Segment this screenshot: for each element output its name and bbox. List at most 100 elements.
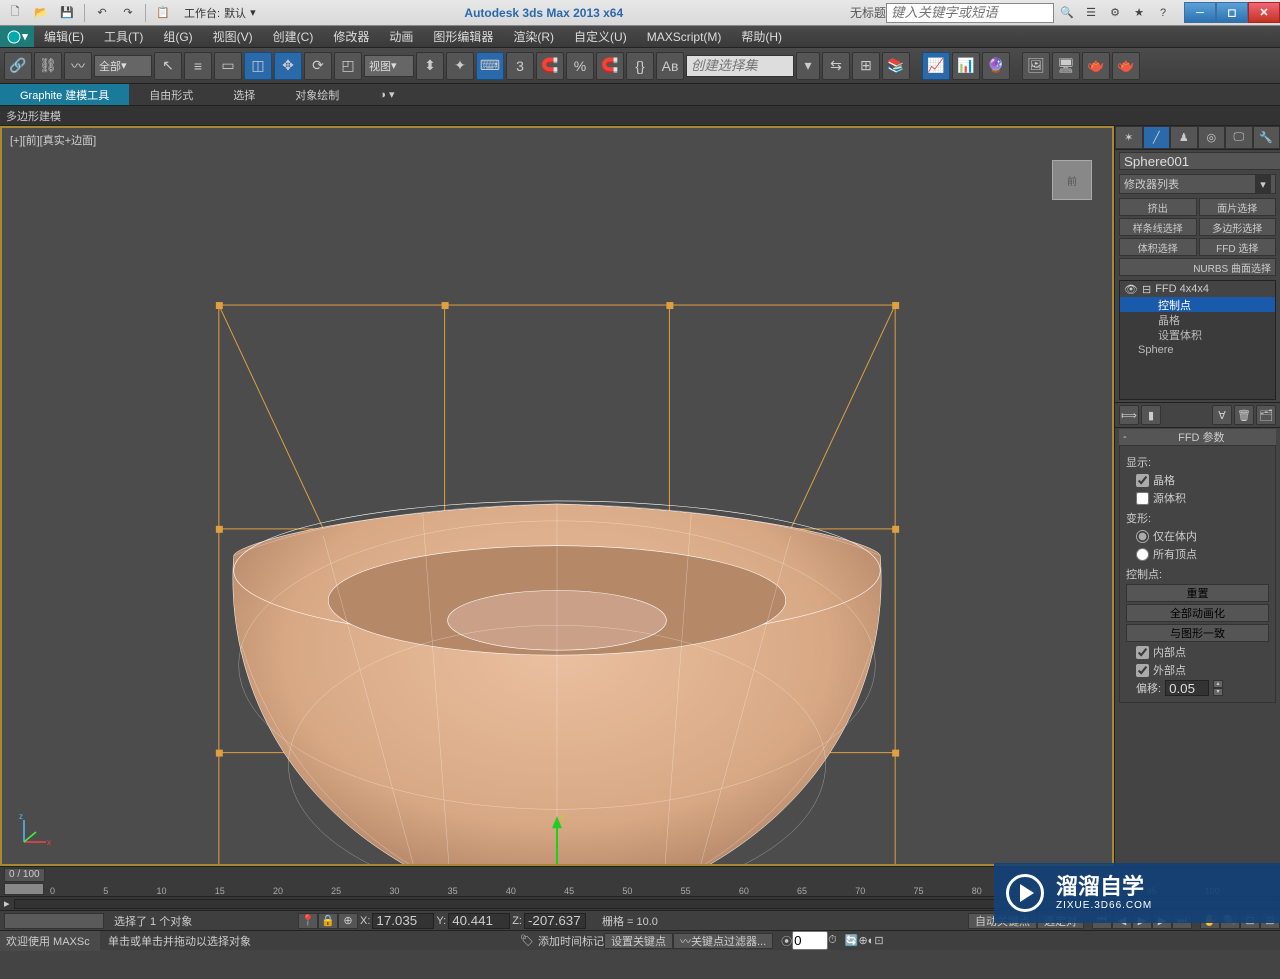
object-name-input[interactable]	[1119, 152, 1280, 170]
help-icon[interactable]: ?	[1152, 3, 1174, 23]
spinner-down-icon[interactable]: ▾	[1213, 688, 1223, 696]
window-crossing-icon[interactable]: ◫	[244, 52, 272, 80]
select-rotate-icon[interactable]: ⟳	[304, 52, 332, 80]
time-slider-handle[interactable]	[4, 883, 44, 895]
render-production-icon[interactable]: 🫖	[1082, 52, 1110, 80]
menu-tools[interactable]: 工具(T)	[94, 26, 153, 47]
modifier-list-dropdown[interactable]: 修改器列表 ▾	[1119, 174, 1276, 194]
ribbon-tab-graphite[interactable]: Graphite 建模工具	[0, 84, 129, 105]
ribbon-sub-label[interactable]: 多边形建模	[6, 108, 61, 124]
app-menu-icon[interactable]: ▾	[0, 26, 34, 47]
subscription-icon[interactable]: ⚙	[1104, 3, 1126, 23]
ribbon-tab-selection[interactable]: 选择	[213, 84, 275, 105]
percent-snap-icon[interactable]: %	[566, 52, 594, 80]
snap-toggle-icon[interactable]: 3	[506, 52, 534, 80]
rad-only-in-volume[interactable]: 仅在体内	[1136, 528, 1269, 544]
search-icon[interactable]: 🔍	[1056, 3, 1078, 23]
pivot-center-icon[interactable]: ⬍	[416, 52, 444, 80]
mirror-icon[interactable]: ⇆	[822, 52, 850, 80]
menu-rendering[interactable]: 渲染(R)	[503, 26, 564, 47]
spinner-snap-icon[interactable]: 🧲	[596, 52, 624, 80]
render-setup-icon[interactable]: 🖼	[1022, 52, 1050, 80]
stack-modifier-label[interactable]: FFD 4x4x4	[1155, 283, 1209, 295]
z-input[interactable]	[524, 913, 586, 929]
selbtn-nurbs[interactable]: NURBS 曲面选择	[1119, 258, 1276, 276]
project-icon[interactable]: 📋	[152, 3, 174, 23]
unlink-icon[interactable]: ⛓	[34, 52, 62, 80]
trackbar-toggle-icon[interactable]: ▸	[4, 897, 10, 910]
btn-animate-all[interactable]: 全部动画化	[1126, 604, 1269, 622]
viewport-nav-8-icon[interactable]: ⊡	[874, 934, 883, 947]
tab-motion-icon[interactable]: ◎	[1198, 126, 1226, 149]
pin-stack-icon[interactable]: ⟾	[1119, 405, 1139, 425]
offset-input[interactable]	[1165, 680, 1209, 696]
align-icon[interactable]: ⊞	[852, 52, 880, 80]
comm-center-icon[interactable]: ☰	[1080, 3, 1102, 23]
select-scale-icon[interactable]: ◰	[334, 52, 362, 80]
angle-snap-icon[interactable]: 🧲	[536, 52, 564, 80]
btn-conform[interactable]: 与图形一致	[1126, 624, 1269, 642]
stack-sub-set-volume[interactable]: 设置体积	[1120, 327, 1275, 342]
key-mode-icon[interactable]: ⦿	[781, 933, 792, 949]
viewport[interactable]: [+][前][真实+边面] 前	[0, 126, 1114, 866]
menu-animation[interactable]: 动画	[379, 26, 423, 47]
frame-input[interactable]	[792, 931, 828, 950]
close-button[interactable]: ✕	[1248, 2, 1280, 23]
selbtn-extrude[interactable]: 挤出	[1119, 198, 1197, 216]
menu-modifiers[interactable]: 修改器	[323, 26, 379, 47]
chk-inside-points[interactable]: 内部点	[1136, 644, 1269, 660]
tab-utilities-icon[interactable]: 🔧	[1253, 126, 1280, 149]
selection-filter-dropdown[interactable]: 全部 ▾	[94, 55, 152, 77]
schematic-view-icon[interactable]: 📊	[952, 52, 980, 80]
rad-all-verts[interactable]: 所有顶点	[1136, 546, 1269, 562]
lock-selection-icon[interactable]: 📍	[298, 913, 318, 929]
open-icon[interactable]: 📂	[30, 3, 52, 23]
selset-dd-icon[interactable]: ▾	[796, 52, 820, 80]
eye-icon[interactable]: 👁	[1124, 283, 1138, 296]
stack-sub-lattice[interactable]: 晶格	[1120, 312, 1275, 327]
link-icon[interactable]: 🔗	[4, 52, 32, 80]
select-region-icon[interactable]: ▭	[214, 52, 242, 80]
ref-coord-dropdown[interactable]: 视图 ▾	[364, 55, 414, 77]
manipulate-icon[interactable]: ✦	[446, 52, 474, 80]
selbtn-ffd[interactable]: FFD 选择	[1199, 238, 1277, 256]
menu-graph-editors[interactable]: 图形编辑器	[423, 26, 503, 47]
menu-help[interactable]: 帮助(H)	[731, 26, 792, 47]
minimize-button[interactable]: ─	[1184, 2, 1216, 23]
save-icon[interactable]: 💾	[56, 3, 78, 23]
remove-modifier-icon[interactable]: 🗑	[1234, 405, 1254, 425]
make-unique-icon[interactable]: ∀	[1212, 405, 1232, 425]
ribbon-tab-freeform[interactable]: 自由形式	[129, 84, 213, 105]
expand-icon[interactable]: ⊟	[1142, 283, 1151, 296]
search-input[interactable]	[886, 3, 1054, 23]
menu-customize[interactable]: 自定义(U)	[564, 26, 637, 47]
selbtn-vol[interactable]: 体积选择	[1119, 238, 1197, 256]
curve-editor-icon[interactable]: 📈	[922, 52, 950, 80]
add-time-tag[interactable]: 添加时间标记	[534, 933, 604, 949]
new-icon[interactable]: 🗋	[4, 3, 26, 23]
x-input[interactable]	[372, 913, 434, 929]
stack-base-object[interactable]: Sphere	[1120, 342, 1275, 357]
chk-outside-points[interactable]: 外部点	[1136, 662, 1269, 678]
chk-lattice[interactable]: 晶格	[1136, 472, 1269, 488]
key-filters-button[interactable]: 〰 关键点过滤器...	[673, 933, 773, 949]
time-tag-icon[interactable]: 🏷	[520, 934, 534, 947]
bind-spacewarp-icon[interactable]: 〰	[64, 52, 92, 80]
show-end-result-icon[interactable]: ▮	[1141, 405, 1161, 425]
menu-create[interactable]: 创建(C)	[263, 26, 324, 47]
spinner-up-icon[interactable]: ▴	[1213, 680, 1223, 688]
selbtn-poly[interactable]: 多边形选择	[1199, 218, 1277, 236]
edit-named-sel-icon[interactable]: {}	[626, 52, 654, 80]
time-config-icon[interactable]: ⏱	[828, 934, 837, 947]
rendered-frame-icon[interactable]: 🖥	[1052, 52, 1080, 80]
selbtn-patch[interactable]: 面片选择	[1199, 198, 1277, 216]
ribbon-tab-paint[interactable]: 对象绘制	[275, 84, 359, 105]
rollout-ffd-head[interactable]: - FFD 参数	[1119, 429, 1276, 445]
selection-set-input[interactable]	[686, 55, 794, 77]
menu-views[interactable]: 视图(V)	[203, 26, 263, 47]
configure-sets-icon[interactable]: 🗂	[1256, 405, 1276, 425]
favorites-icon[interactable]: ★	[1128, 3, 1150, 23]
menu-edit[interactable]: 编辑(E)	[34, 26, 94, 47]
stack-head[interactable]: 👁 ⊟ FFD 4x4x4	[1120, 281, 1275, 297]
ribbon-expand-icon[interactable]: ◑ ▾	[359, 84, 414, 105]
